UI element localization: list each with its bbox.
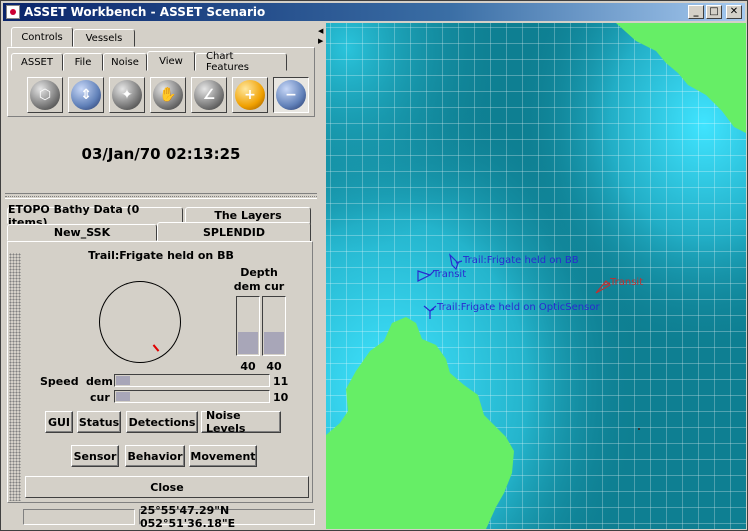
collapse-right-icon[interactable]: ▶ [318, 37, 323, 45]
tab-etopo-bathy[interactable]: ETOPO Bathy Data (0 items) [7, 203, 183, 229]
zoom-out-icon: − [276, 80, 306, 110]
tab-vessels[interactable]: Vessels [73, 29, 135, 47]
speed-label: Speed [40, 375, 79, 388]
chart-canvas[interactable] [326, 23, 746, 529]
cube-icon: ⬡ [30, 80, 60, 110]
app-icon[interactable] [6, 5, 20, 19]
split-divider[interactable]: ◀ ▶ [317, 23, 325, 529]
movement-button[interactable]: Movement [189, 445, 257, 467]
heading-compass [99, 281, 181, 363]
label-transit-red[interactable]: Transit [610, 277, 643, 288]
tab-asset[interactable]: ASSET [11, 53, 63, 71]
minimize-button[interactable]: _ [688, 5, 704, 19]
depth-current-fill [264, 331, 284, 354]
chart-view[interactable]: Trail:Frigate held on BB Transit Transit… [326, 23, 746, 529]
gui-button[interactable]: GUI [45, 411, 73, 433]
hand-pan-icon: ✋ [153, 80, 183, 110]
status-field [23, 509, 135, 525]
tab-noise[interactable]: Noise [103, 53, 147, 71]
collapse-left-icon[interactable]: ◀ [318, 27, 323, 35]
label-transit-blue[interactable]: Transit [433, 269, 466, 280]
view-toolbar: ⬡ ⇕ ✦ ✋ ∠ + − [27, 77, 309, 113]
depth-current-value: 40 [266, 360, 282, 373]
compass-rose-button[interactable]: ✦ [109, 77, 145, 113]
speed-demanded-value: 11 [273, 375, 289, 388]
behavior-button[interactable]: Behavior [125, 445, 185, 467]
panel-splitter[interactable] [5, 193, 317, 199]
depth-label: Depth [240, 266, 278, 279]
depth-current-bar [262, 296, 286, 356]
label-trail-frigate-bb[interactable]: Trail:Frigate held on BB [463, 255, 579, 266]
zoom-in-button[interactable]: + [232, 77, 268, 113]
tab-view[interactable]: View [147, 51, 195, 71]
speed-current-label: cur [90, 391, 110, 404]
tab-file[interactable]: File [63, 53, 103, 71]
range-bearing-button[interactable]: ∠ [191, 77, 227, 113]
tab-controls[interactable]: Controls [11, 27, 73, 47]
depth-sub-label: dem cur [233, 280, 285, 293]
fit-to-window-icon: ⇕ [71, 80, 101, 110]
noise-levels-button[interactable]: Noise Levels [201, 409, 281, 435]
pan-button[interactable]: ✋ [150, 77, 186, 113]
label-trail-frigate-optic[interactable]: Trail:Frigate held on OpticSensor [437, 302, 600, 313]
sensor-button[interactable]: Sensor [71, 445, 119, 467]
title-bar[interactable]: ASSET Workbench - ASSET Scenario _ □ ✕ [3, 3, 745, 21]
tab-chart-features[interactable]: Chart Features [195, 51, 287, 73]
zoom-out-button[interactable]: − [273, 77, 309, 113]
compass-rose-icon: ✦ [112, 80, 142, 110]
tab-splendid[interactable]: SPLENDID [157, 222, 311, 242]
speed-demanded-label: dem [86, 375, 113, 388]
application-window: ASSET Workbench - ASSET Scenario _ □ ✕ C… [0, 0, 748, 531]
island-dot [638, 428, 640, 430]
depth-demanded-fill [238, 331, 258, 354]
window-title: ASSET Workbench - ASSET Scenario [24, 5, 266, 19]
status-button[interactable]: Status [77, 411, 121, 433]
fit-to-window-button[interactable]: ⇕ [68, 77, 104, 113]
close-window-button[interactable]: ✕ [726, 5, 742, 19]
view-3d-button[interactable]: ⬡ [27, 77, 63, 113]
cursor-position: 25°55'47.29"N 052°51'36.18"E [139, 504, 315, 530]
heading-needle [152, 344, 160, 352]
panel-grip [9, 253, 21, 501]
depth-demanded-value: 40 [240, 360, 256, 373]
maximize-button[interactable]: □ [706, 5, 722, 19]
speed-current-fill [116, 392, 130, 401]
speed-current-value: 10 [273, 391, 289, 404]
depth-title: Depth dem cur [229, 266, 289, 294]
speed-demanded-fill [116, 376, 130, 385]
speed-current-bar [114, 390, 270, 403]
detections-button[interactable]: Detections [126, 411, 198, 433]
zoom-in-icon: + [235, 80, 265, 110]
range-bearing-icon: ∠ [194, 80, 224, 110]
depth-demanded-bar [236, 296, 260, 356]
vehicle-name: Trail:Frigate held on BB [88, 249, 234, 262]
scenario-time: 03/Jan/70 02:13:25 [81, 145, 241, 163]
close-panel-button[interactable]: Close [25, 476, 309, 498]
control-panel: Controls Vessels ASSET File Noise View C… [5, 23, 317, 530]
speed-demanded-bar [114, 374, 270, 387]
tab-new-ssk[interactable]: New_SSK [7, 224, 157, 241]
